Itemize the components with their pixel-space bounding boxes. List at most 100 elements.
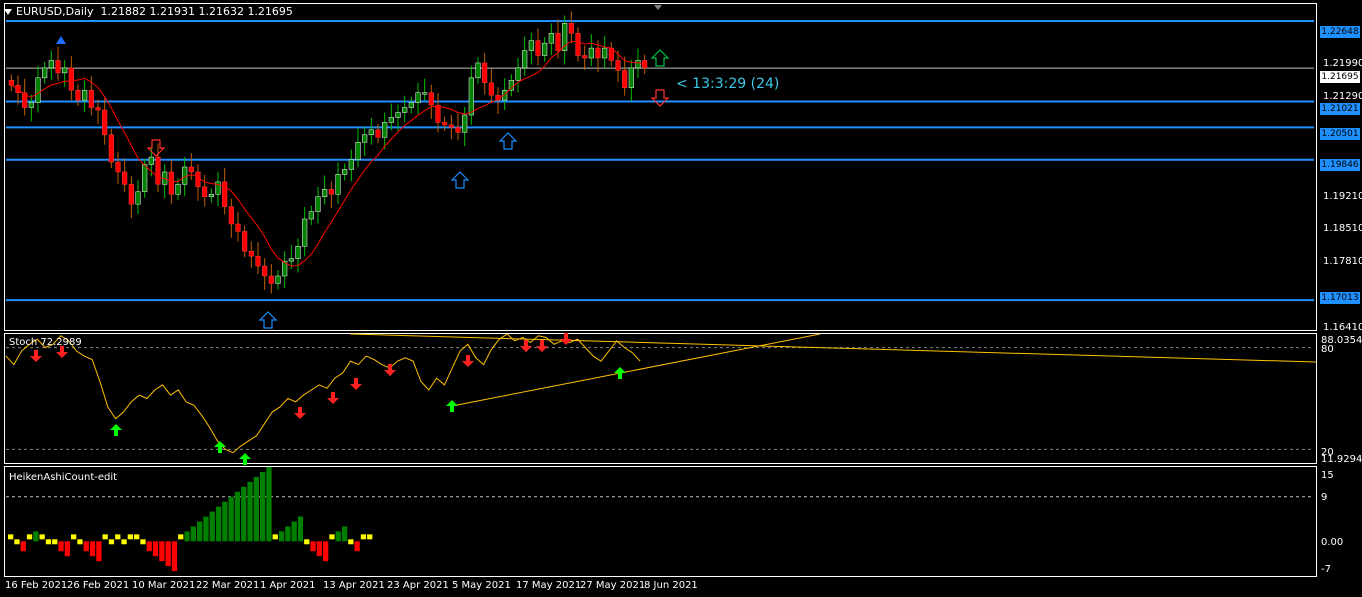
histogram-bar <box>354 541 360 552</box>
candle-body <box>68 67 74 91</box>
ohlc-values: 1.21882 1.21931 1.21632 1.21695 <box>100 5 293 18</box>
candle-body <box>275 275 281 284</box>
candle-body <box>95 107 101 111</box>
candle-body <box>375 129 381 138</box>
candle-body <box>575 32 581 56</box>
date-tick: 22 Mar 2021 <box>196 580 260 591</box>
level-tag: 1.21021 <box>1320 103 1360 115</box>
candle-body <box>528 40 534 51</box>
candle-body <box>322 189 328 197</box>
histogram-bar <box>14 539 20 545</box>
candle-body <box>208 193 214 197</box>
candle-body <box>522 50 528 69</box>
candle-body <box>28 102 34 108</box>
candle-body <box>462 114 468 133</box>
candle-body <box>342 169 348 175</box>
candle-body <box>55 60 61 74</box>
histogram-bar <box>64 541 70 557</box>
candle-body <box>48 60 54 69</box>
current-price-tag: 1.21695 <box>1320 71 1360 83</box>
candle-body <box>475 62 481 79</box>
candle-body <box>402 107 408 113</box>
symbol-timeframe: EURUSD,Daily <box>16 5 94 18</box>
date-tick: 10 Mar 2021 <box>132 580 196 591</box>
candle-body <box>582 55 588 59</box>
candle-body <box>562 23 568 51</box>
date-tick: 16 Feb 2021 <box>5 580 68 591</box>
date-tick: 13 Apr 2021 <box>323 580 385 591</box>
candle-body <box>315 196 321 212</box>
histogram-bar <box>178 534 184 540</box>
histogram-bar <box>228 496 234 542</box>
candle-body <box>108 134 114 163</box>
candle-body <box>308 211 314 220</box>
dropdown-triangle-icon[interactable] <box>4 9 12 15</box>
candle-body <box>442 122 448 126</box>
candle-body <box>75 89 81 101</box>
candle-body <box>415 92 421 103</box>
date-tick: 27 May 2021 <box>580 580 646 591</box>
histogram-bar <box>209 511 215 542</box>
stoch-axis-bottom: 11.9294 <box>1321 454 1362 465</box>
histogram-bar <box>341 526 348 542</box>
candle-body <box>628 67 634 88</box>
histogram-bar <box>348 539 354 545</box>
candle-body <box>248 250 254 257</box>
histogram-bar <box>203 516 209 542</box>
candle-body <box>388 117 394 123</box>
histogram-bar <box>140 539 146 545</box>
candle-body <box>82 89 88 101</box>
candle-body <box>622 70 628 88</box>
candle-body <box>235 223 241 232</box>
candle-body <box>122 171 128 185</box>
candle-body <box>515 67 521 81</box>
histogram-bar <box>316 541 322 557</box>
candle-body <box>295 246 301 259</box>
candle-body <box>428 92 434 106</box>
price-tick: 1.16410 <box>1323 322 1362 333</box>
candle-body <box>102 109 108 136</box>
price-tick: 1.19210 <box>1323 191 1362 202</box>
histogram-bar <box>272 534 278 540</box>
price-tick: 1.21290 <box>1323 91 1362 102</box>
candle-body <box>35 77 41 103</box>
candle-body <box>175 184 181 195</box>
candle-body <box>328 189 334 195</box>
histogram-bar <box>215 506 222 542</box>
histogram-bar <box>297 516 304 542</box>
candle-body <box>542 42 548 56</box>
histogram-bar <box>33 531 39 542</box>
candle-body <box>602 47 608 59</box>
histogram-bar <box>329 534 335 540</box>
candle-body <box>148 156 154 165</box>
histogram-bar <box>285 526 291 542</box>
candle-body <box>435 104 441 123</box>
price-tick: 1.21990 <box>1323 58 1362 69</box>
candle-body <box>42 67 48 79</box>
date-tick: 8 Jun 2021 <box>644 580 698 591</box>
candle-body <box>195 171 201 188</box>
histogram-bar <box>159 541 165 562</box>
candle-body <box>302 218 308 247</box>
candle-body <box>242 231 248 252</box>
candle-body <box>155 156 161 185</box>
date-tick: 23 Apr 2021 <box>387 580 449 591</box>
level-tag: 1.19846 <box>1320 159 1360 171</box>
candle-body <box>88 89 94 108</box>
histogram-bar <box>241 486 247 542</box>
candle-body <box>468 77 474 116</box>
candle-body <box>455 127 461 133</box>
candle-body <box>382 122 388 138</box>
heiken-axis-zero: 0.00 <box>1321 537 1344 548</box>
date-tick: 17 May 2021 <box>516 580 582 591</box>
histogram-bar <box>260 471 266 542</box>
candle-body <box>535 40 541 56</box>
histogram-bar <box>77 539 83 545</box>
candle-body <box>448 124 454 128</box>
candle-body <box>135 191 141 205</box>
candle-body <box>268 275 274 284</box>
candle-body <box>115 161 121 173</box>
candle-body <box>635 60 641 69</box>
histogram-bar <box>234 491 241 542</box>
histogram-bar <box>335 531 341 542</box>
